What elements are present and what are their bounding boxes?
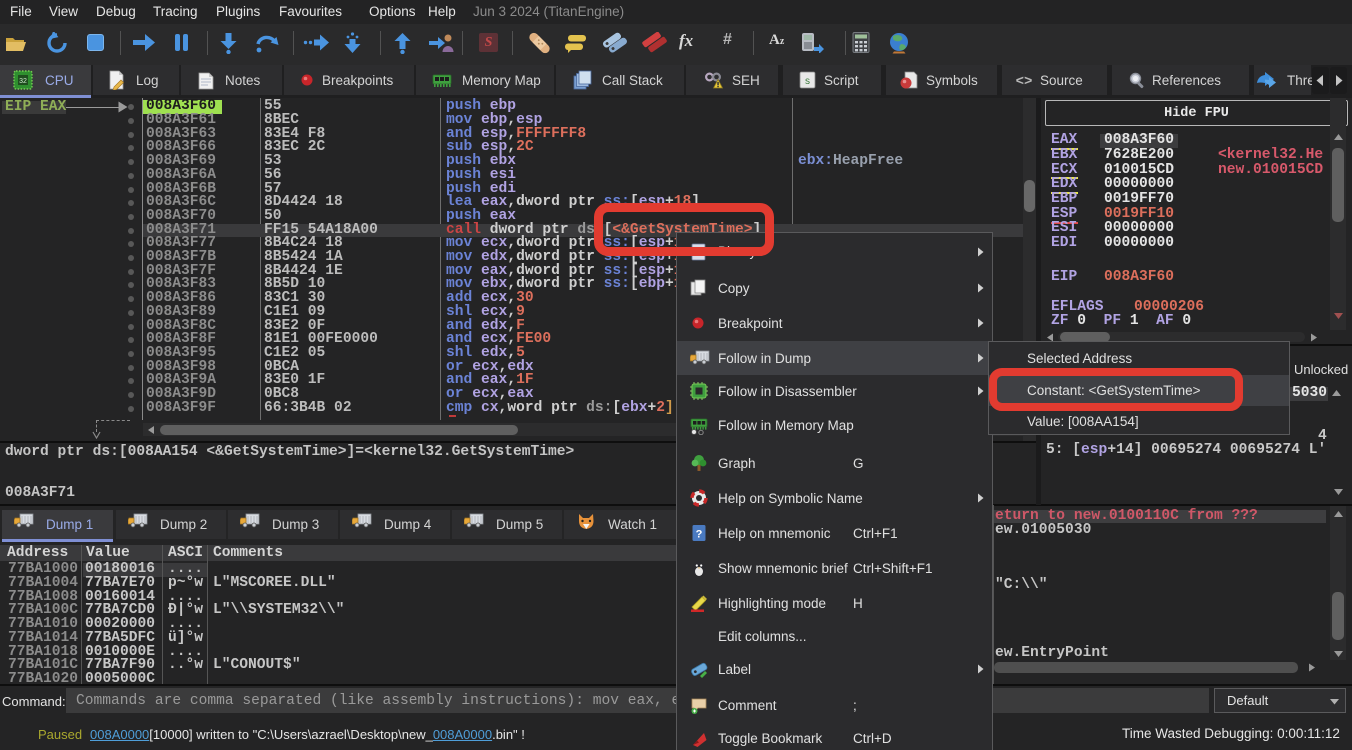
svg-text:?: ? (696, 529, 703, 541)
svg-text:32: 32 (19, 78, 27, 85)
svg-text:<>: <> (1016, 74, 1033, 90)
svg-text:s: s (804, 77, 810, 88)
